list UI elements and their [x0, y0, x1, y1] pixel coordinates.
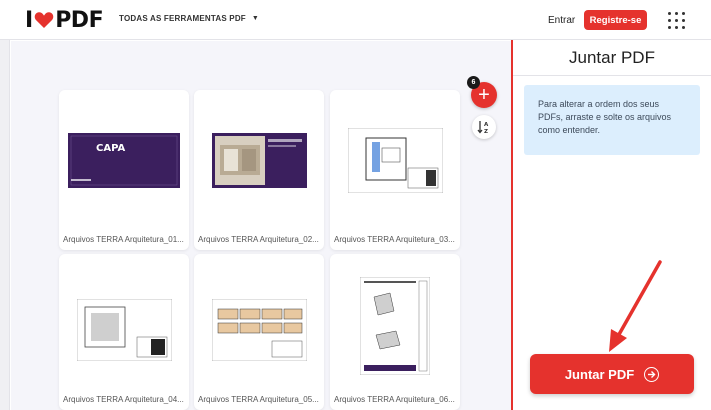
chevron-down-icon: ▼: [251, 15, 260, 22]
logo-letter-i: I: [25, 7, 33, 33]
top-header: I PDF TODAS AS FERRAMENTAS PDF ▼ Entrar …: [0, 0, 711, 40]
file-card-5[interactable]: Arquivos TERRA Arquitetura_05...: [194, 254, 324, 410]
file-thumbnail: CAPA: [59, 90, 189, 230]
file-count-badge: 6: [467, 76, 480, 89]
file-name: Arquivos TERRA Arquitetura_01...: [63, 235, 184, 244]
ilovepdf-logo[interactable]: I PDF: [25, 7, 104, 33]
apps-grid-icon[interactable]: [668, 12, 685, 29]
file-thumbnail: [59, 260, 189, 400]
signup-button[interactable]: Registre-se: [584, 10, 647, 30]
all-tools-label: TODAS AS FERRAMENTAS PDF: [119, 14, 246, 23]
login-link[interactable]: Entrar: [548, 15, 575, 26]
logo-pdf-text: PDF: [55, 7, 104, 33]
file-card-3[interactable]: Arquivos TERRA Arquitetura_03...: [330, 90, 460, 250]
file-card-2[interactable]: Arquivos TERRA Arquitetura_02...: [194, 90, 324, 250]
sort-button[interactable]: A Z: [472, 115, 496, 139]
all-tools-menu[interactable]: TODAS AS FERRAMENTAS PDF ▼: [119, 14, 259, 23]
file-card-4[interactable]: Arquivos TERRA Arquitetura_04...: [59, 254, 189, 410]
sort-az-icon: A Z: [477, 121, 489, 134]
heart-icon: [34, 12, 54, 28]
merge-sidebar: Juntar PDF Para alterar a ordem dos seus…: [513, 40, 711, 410]
file-name: Arquivos TERRA Arquitetura_03...: [334, 235, 455, 244]
svg-text:Z: Z: [484, 129, 488, 134]
plus-icon: +: [478, 84, 490, 106]
panel-title: Juntar PDF: [569, 48, 655, 67]
file-name: Arquivos TERRA Arquitetura_02...: [198, 235, 319, 244]
merge-pdf-button[interactable]: Juntar PDF: [530, 354, 694, 394]
cover-title-text: CAPA: [96, 143, 125, 154]
svg-text:A: A: [484, 122, 489, 128]
arrow-right-circle-icon: [644, 366, 660, 382]
file-name: Arquivos TERRA Arquitetura_04...: [63, 395, 184, 404]
file-card-6[interactable]: Arquivos TERRA Arquitetura_06...: [330, 254, 460, 410]
panel-separator: [513, 75, 711, 76]
info-text: Para alterar a ordem dos seus PDFs, arra…: [538, 99, 672, 135]
merge-button-label: Juntar PDF: [564, 366, 635, 382]
left-edge-bar: [0, 40, 10, 410]
file-name: Arquivos TERRA Arquitetura_06...: [334, 395, 455, 404]
file-thumbnail: [194, 260, 324, 400]
info-box: Para alterar a ordem dos seus PDFs, arra…: [524, 85, 700, 155]
files-workspace: CAPA Arquivos TERRA Arquitetura_01... Ar…: [11, 41, 511, 410]
file-thumbnail: [330, 256, 460, 396]
file-name: Arquivos TERRA Arquitetura_05...: [198, 395, 319, 404]
file-thumbnail: [194, 90, 324, 230]
file-thumbnail: [330, 90, 460, 230]
file-card-1[interactable]: CAPA Arquivos TERRA Arquitetura_01...: [59, 90, 189, 250]
